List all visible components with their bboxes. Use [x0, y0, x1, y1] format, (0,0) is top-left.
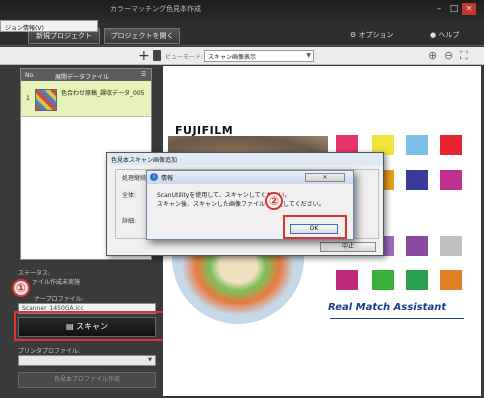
col-file: 展開データファイル: [55, 74, 110, 81]
trash-icon[interactable]: [153, 50, 161, 61]
help-label: ヘルプ: [438, 31, 460, 39]
maximize-button[interactable]: □: [447, 3, 461, 15]
chevron-down-icon: ▼: [148, 357, 152, 363]
color-swatch: [440, 270, 462, 290]
dialog-message: ScanUtilityを使用して、スキャンしてください。 スキャン後、スキャンし…: [157, 191, 325, 209]
open-project-button[interactable]: プロジェクトを開く: [104, 28, 180, 44]
help-button[interactable]: ● ヘルプ: [430, 30, 459, 40]
printer-profile-select[interactable]: ▼: [18, 355, 156, 366]
color-swatch: [406, 236, 428, 256]
view-mode-value: スキャン画像表示: [208, 54, 257, 61]
dialog-message-line-1: ScanUtilityを使用して、スキャンしてください。: [157, 192, 291, 199]
dialog-message-line-2: スキャン後、スキャンした画像ファイルを指定してください。: [157, 201, 325, 208]
brand-logo: FUJIFILM: [175, 124, 234, 137]
scanner-profile-label: ナープロファイル:: [34, 296, 84, 303]
file-name: 色合わせ原稿_課収データ_005: [61, 90, 145, 97]
step-2-marker: ②: [265, 192, 283, 210]
zoom-in-icon[interactable]: ⊕: [428, 49, 437, 62]
status-label: ステータス:: [18, 270, 51, 277]
printer-profile-label: プリンタプロファイル:: [18, 348, 81, 355]
chevron-down-icon: ▼: [306, 52, 311, 59]
product-logo-underline: [330, 318, 464, 319]
cancel-button[interactable]: 中止: [320, 242, 376, 252]
info-icon: i: [150, 173, 158, 181]
progress-overall-label: 全体:: [122, 192, 137, 199]
step-1-marker: ①: [12, 279, 30, 297]
highlight-box-ok: [283, 215, 347, 239]
options-button[interactable]: ⚙ オプション: [350, 30, 394, 40]
progress-group-label: 処理継続: [122, 175, 147, 182]
menu-popup-item[interactable]: ジョン情報(V): [0, 20, 98, 32]
col-menu-icon[interactable]: ☰: [141, 71, 146, 78]
color-swatch: [440, 236, 462, 256]
color-swatch: [440, 135, 462, 155]
fit-screen-icon[interactable]: ⛶: [460, 49, 468, 63]
view-mode-label: ビューモード:: [165, 54, 204, 61]
color-swatch: [440, 170, 462, 190]
color-swatch: [406, 170, 428, 190]
zoom-out-icon[interactable]: ⊖: [444, 49, 453, 62]
view-mode-select[interactable]: スキャン画像表示 ▼: [204, 50, 314, 62]
color-swatch: [406, 270, 428, 290]
minimize-button[interactable]: –: [432, 3, 446, 15]
dialog-close-button[interactable]: ✕: [305, 173, 345, 182]
color-swatch: [372, 270, 394, 290]
options-label: オプション: [358, 31, 394, 39]
highlight-box-scan: [14, 311, 167, 341]
window-title: カラーマッチング色見本作成: [110, 5, 201, 13]
close-window-button[interactable]: ×: [462, 3, 476, 15]
col-no: No.: [25, 72, 35, 79]
product-logo: Real Match Assistant: [328, 302, 447, 313]
lightbulb-icon: ●: [430, 31, 437, 39]
add-icon[interactable]: +: [138, 47, 150, 65]
file-list-header: No. 展開データファイル ☰: [21, 69, 151, 81]
file-list-row[interactable]: 1 色合わせ原稿_課収データ_005: [21, 81, 151, 117]
color-swatch: [406, 135, 428, 155]
progress-detail-label: 詳細:: [122, 218, 137, 225]
scan-add-dialog-title: 色見本スキャン画像追加: [107, 153, 383, 165]
file-thumbnail: [35, 89, 57, 111]
view-toolbar: + ビューモード: スキャン画像表示 ▼ ⊕ ⊖ ⛶: [0, 47, 484, 65]
create-profile-button[interactable]: 色見本プロファイル作成: [18, 372, 156, 388]
color-swatch: [336, 270, 358, 290]
gear-icon: ⚙: [350, 31, 357, 39]
row-number: 1: [26, 95, 30, 102]
status-value: ァイル作成未実施: [32, 279, 81, 286]
